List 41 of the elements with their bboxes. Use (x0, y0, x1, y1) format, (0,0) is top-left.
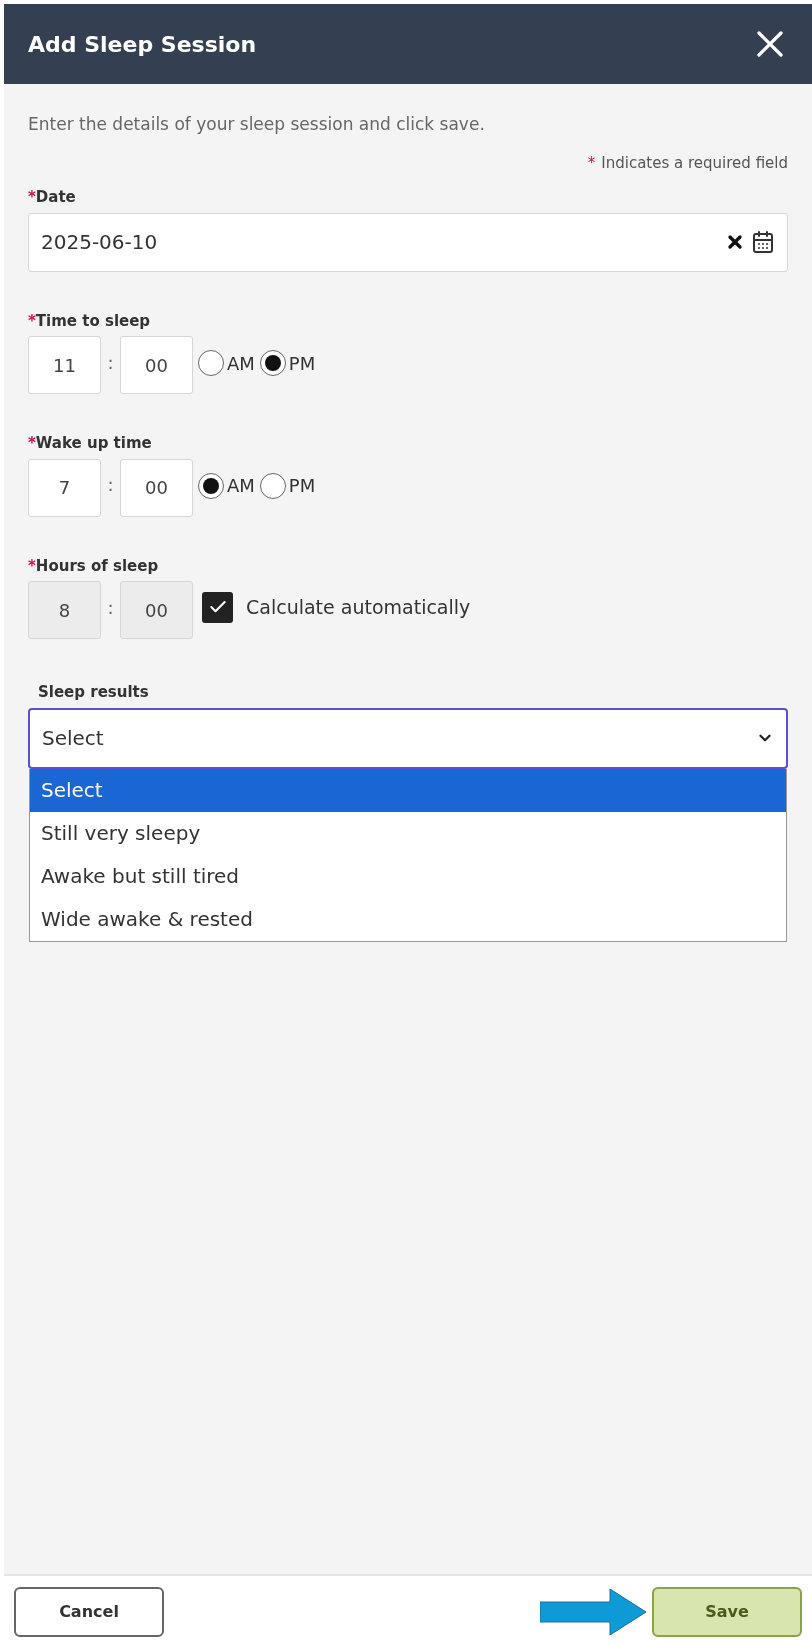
save-button[interactable]: Save (652, 1587, 802, 1637)
field-label: Date (35, 187, 76, 208)
dropdown-option[interactable]: Wide awake & rested (30, 897, 786, 941)
cancel-button[interactable]: Cancel (14, 1587, 164, 1637)
arrow-icon (540, 1589, 648, 1635)
time-separator: : (106, 350, 115, 375)
radio-button[interactable] (259, 350, 286, 376)
radio-label: PM (288, 474, 316, 498)
date-field[interactable]: 2025-06-10 (28, 212, 788, 272)
dropdown-option[interactable]: Awake but still tired (30, 854, 786, 898)
dialog-title: Add Sleep Session (28, 30, 257, 59)
required-marker: * (28, 310, 36, 332)
calendar-icon[interactable] (751, 230, 775, 254)
field-label: Sleep results (38, 682, 149, 703)
clear-icon[interactable] (725, 232, 745, 252)
required-marker: * (28, 433, 36, 454)
hour-field[interactable]: 7 (28, 458, 101, 517)
radio-label: AM (227, 474, 255, 498)
checkbox-label: Calculate automatically (246, 594, 471, 620)
intro-text: Enter the details of your sleep session and click save. (28, 113, 486, 136)
radio-button[interactable] (198, 350, 224, 376)
date-value: 2025-06-10 (41, 229, 159, 256)
field-label: Hours of sleep (35, 555, 159, 577)
time-separator: : (106, 473, 115, 497)
required-note: Indicates a required field (601, 152, 788, 174)
field-label: Wake up time (35, 433, 152, 454)
required-marker: * (28, 187, 36, 208)
select-field[interactable]: Select (28, 707, 788, 769)
radio-button[interactable] (259, 472, 286, 499)
minute-field[interactable]: 00 (120, 458, 193, 517)
radio-button[interactable] (198, 472, 224, 499)
hour-field[interactable]: 11 (28, 336, 101, 394)
required-marker: * (28, 555, 36, 577)
field-label: Time to sleep (35, 310, 151, 332)
required-marker: * (587, 152, 596, 174)
minute-field[interactable]: 00 (120, 336, 193, 394)
radio-label: AM (227, 351, 255, 376)
time-separator: : (106, 595, 115, 620)
dropdown-option[interactable]: Still very sleepy (30, 811, 786, 855)
radio-label: PM (288, 351, 316, 376)
dropdown-option[interactable]: Select (30, 768, 786, 812)
